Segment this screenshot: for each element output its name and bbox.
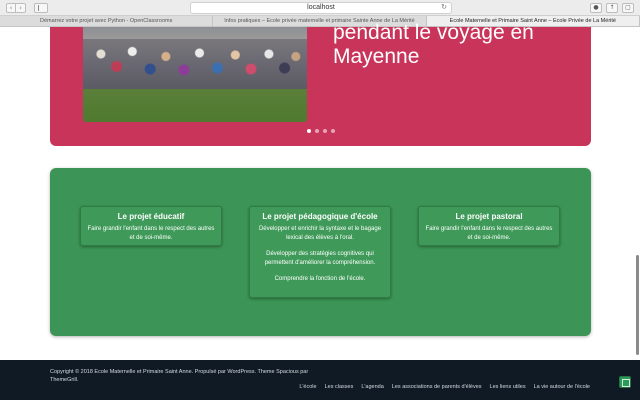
footer-nav: L'école Les classes L'agenda Les associa… [299, 384, 590, 390]
footer-link-associations[interactable]: Les associations de parents d'élèves [392, 384, 482, 390]
reload-icon[interactable]: ↻ [441, 3, 447, 13]
slider-dot-3[interactable] [323, 129, 327, 133]
browser-toolbar: ‹ › localhost ↻ ● ↑ ▢ [0, 0, 640, 16]
slide-photo [83, 27, 307, 122]
footer-link-agenda[interactable]: L'agenda [361, 384, 383, 390]
slider-dot-1[interactable] [307, 129, 311, 133]
projects-section: Le projet éducatif Faire grandir l'enfan… [50, 168, 591, 336]
scroll-to-top-icon[interactable] [619, 376, 631, 388]
footer-link-vie-autour[interactable]: La vie autour de l'école [534, 384, 590, 390]
project-title: Le projet éducatif [117, 212, 185, 221]
project-card-educatif: Le projet éducatif Faire grandir l'enfan… [80, 206, 222, 246]
sidebar-toggle-icon[interactable] [34, 3, 48, 13]
tab-openclassrooms[interactable]: Démarrez votre projet avec Python - Open… [0, 16, 214, 26]
footer-link-liens-utiles[interactable]: Les liens utiles [490, 384, 526, 390]
tabs-overview-icon[interactable]: ▢ [622, 3, 634, 13]
project-title: Le projet pédagogique d'école [262, 212, 378, 221]
site-footer: Copyright © 2018 Ecole Maternelle et Pri… [0, 360, 640, 400]
project-card-pedagogique: Le projet pédagogique d'école Développer… [249, 206, 391, 298]
project-title: Le projet pastoral [455, 212, 523, 221]
toolbar-right-buttons: ● ↑ ▢ [590, 3, 634, 13]
footer-link-classes[interactable]: Les classes [325, 384, 354, 390]
copyright-text: Copyright © 2018 Ecole Maternelle et Pri… [50, 369, 309, 383]
slider-pager [307, 129, 335, 133]
project-text: Comprendre la fonction de l'école. [274, 276, 366, 282]
address-text: localhost [307, 4, 335, 11]
footer-link-ecole[interactable]: L'école [299, 384, 316, 390]
slider-dot-2[interactable] [315, 129, 319, 133]
group-photo-children [83, 39, 307, 89]
back-icon[interactable]: ‹ [6, 3, 16, 13]
nav-buttons: ‹ › [6, 3, 26, 13]
share-icon[interactable]: ↑ [606, 3, 618, 13]
forward-icon[interactable]: › [16, 3, 26, 13]
downloads-icon[interactable]: ● [590, 3, 602, 13]
project-text: Faire grandir l'enfant dans le respect d… [87, 226, 215, 241]
slider-dot-4[interactable] [331, 129, 335, 133]
slide-caption: pendant le voyage en Mayenne [333, 21, 534, 68]
project-text: Développer et enrichir la syntaxe et le … [258, 226, 382, 241]
project-text: Faire grandir l'enfant dans le respect d… [425, 226, 553, 241]
project-card-pastoral: Le projet pastoral Faire grandir l'enfan… [418, 206, 560, 246]
address-bar[interactable]: localhost ↻ [190, 2, 452, 14]
project-text: Développer des stratégies cognitives qui… [264, 251, 376, 266]
image-slider: pendant le voyage en Mayenne [50, 21, 591, 146]
page-scrollbar[interactable] [636, 255, 639, 355]
